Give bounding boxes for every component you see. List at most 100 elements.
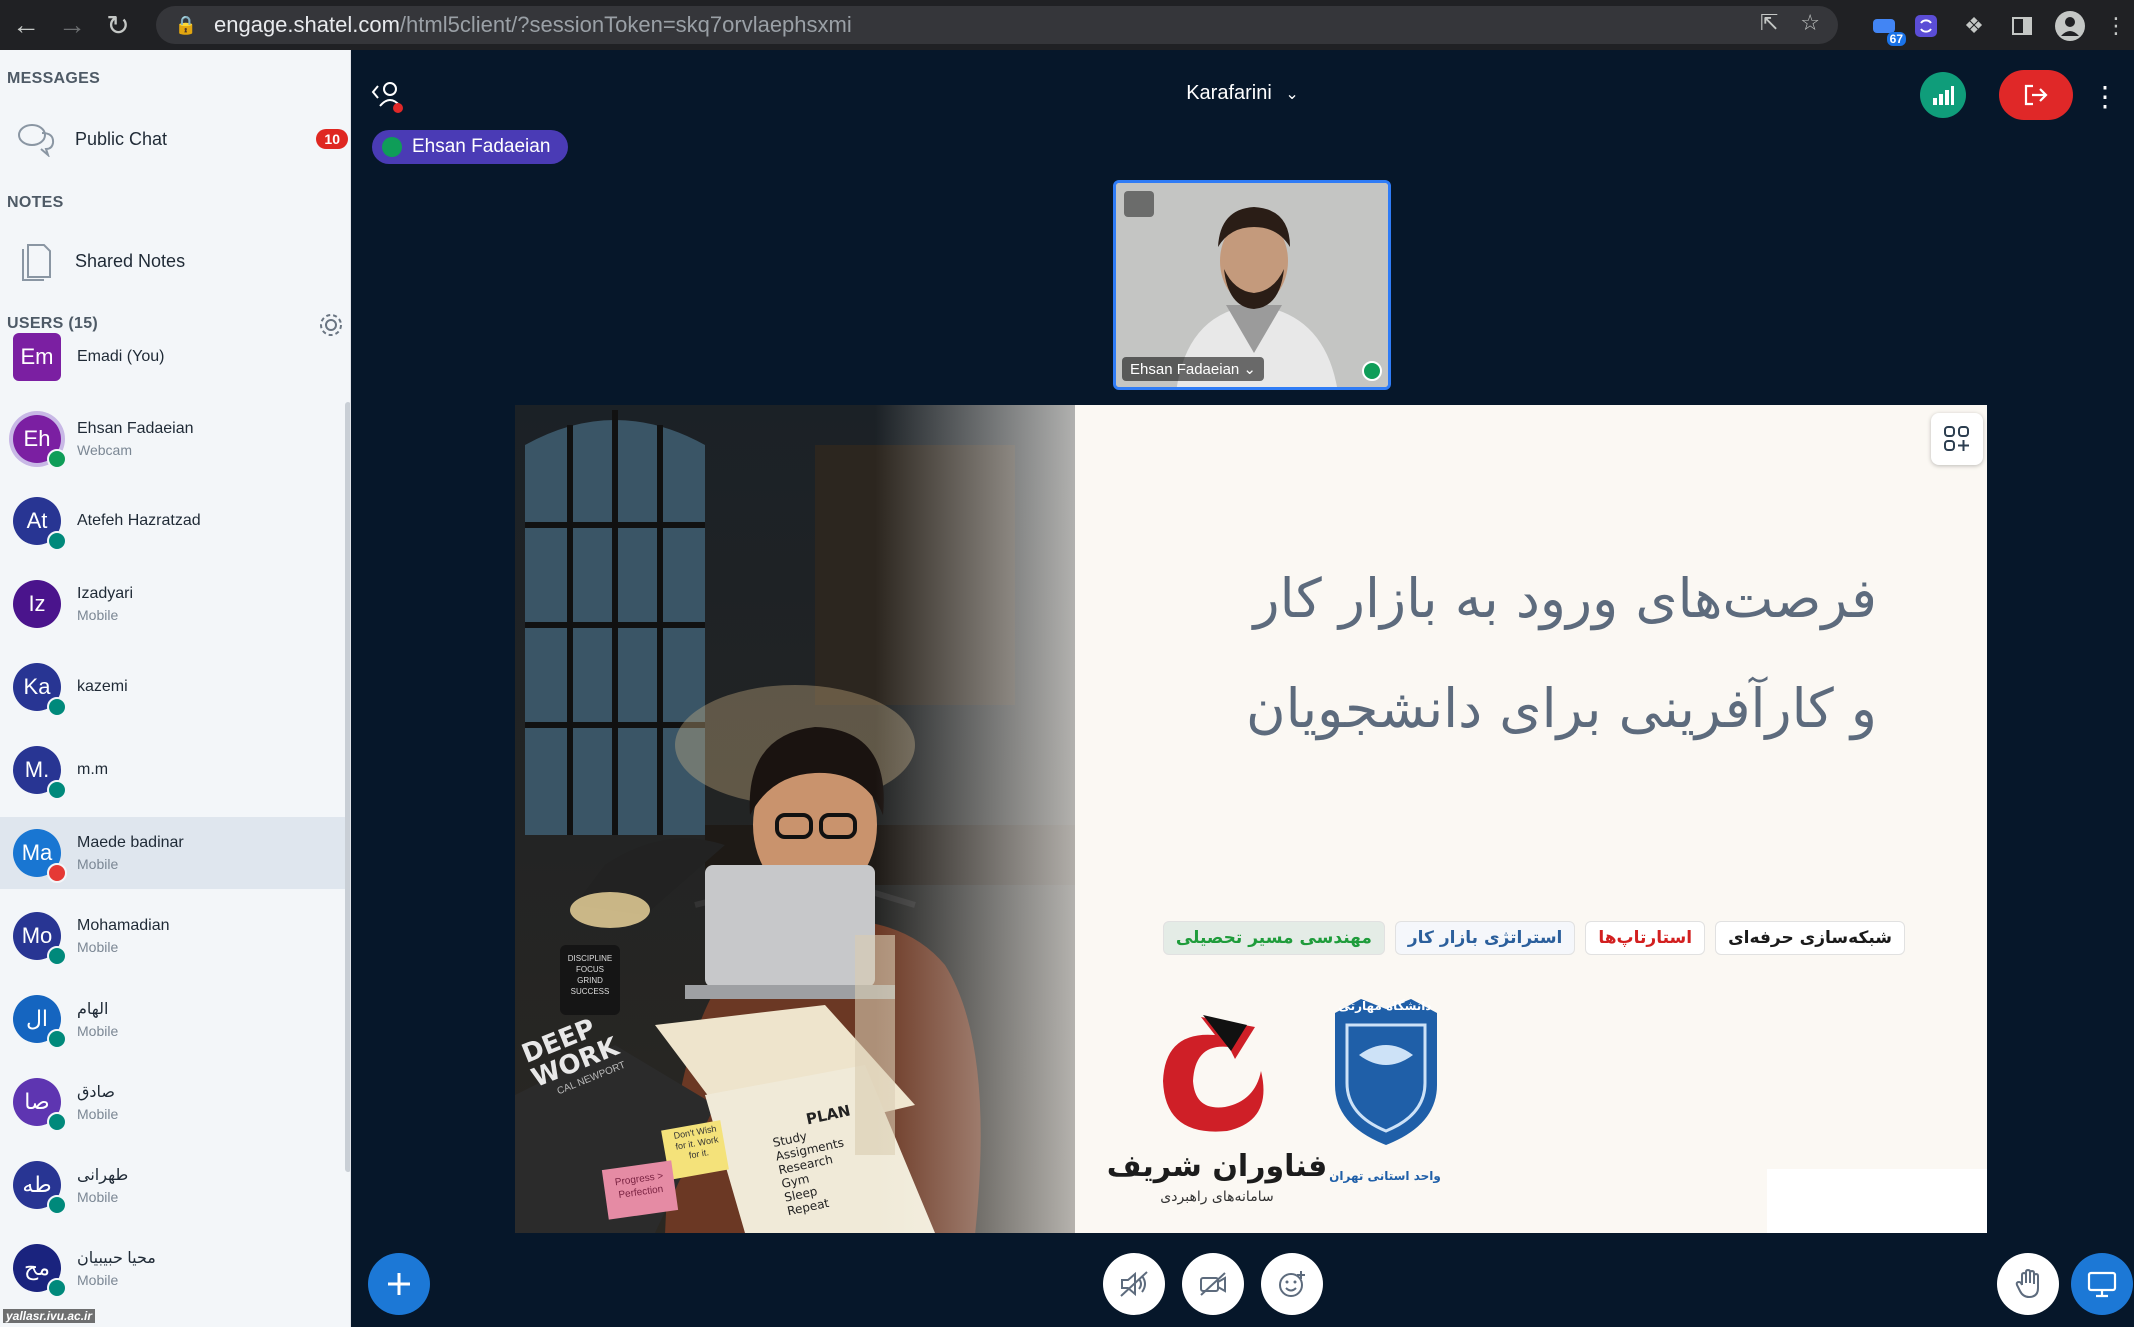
talker-name: Ehsan Fadaeian [412, 136, 551, 157]
fanavaran-sharif-logo-icon [1163, 1015, 1264, 1132]
sync-extension-icon[interactable] [1908, 8, 1944, 44]
share-icon[interactable]: ⇱ [1760, 10, 1778, 36]
user-name: Ehsan Fadaeian [77, 420, 194, 437]
user-text: محیا حبیبیان Mobile [77, 1248, 156, 1288]
user-name: Izadyari [77, 585, 134, 602]
user-name: طهرانی [77, 1167, 129, 1184]
avatar: ال [13, 995, 67, 1049]
user-list-item[interactable]: طه طهرانی Mobile [0, 1149, 345, 1221]
slide-corner-box [1767, 1169, 1987, 1233]
speaker-muted-icon [1120, 1271, 1148, 1297]
headphones-icon [47, 946, 67, 966]
raise-hand-button[interactable] [1997, 1253, 2059, 1315]
join-audio-button[interactable] [1103, 1253, 1165, 1315]
meeting-title[interactable]: Karafarini ⌄ [351, 82, 2134, 105]
webcam-mic-icon [1362, 361, 1382, 381]
browser-menu-icon[interactable]: ⋮ [2098, 8, 2134, 44]
user-list-item[interactable]: ال الهام Mobile [0, 983, 345, 1055]
headphones-icon [47, 697, 67, 717]
profile-icon[interactable] [2052, 8, 2088, 44]
extension-icon[interactable]: 67 [1866, 8, 1906, 46]
share-webcam-button[interactable] [1182, 1253, 1244, 1315]
main-area: Karafarini ⌄ ⋮ Ehsan Fadaeian Ehsan Fada… [351, 50, 2134, 1327]
avatar: Em [13, 333, 61, 381]
user-list-item[interactable]: Mo Mohamadian Mobile [0, 900, 345, 972]
shared-notes-label: Shared Notes [75, 250, 186, 271]
user-list-item[interactable]: Em Emadi (You) [0, 321, 345, 393]
user-list-item[interactable]: Ma Maede badinar Mobile [0, 817, 345, 889]
leave-icon [2024, 84, 2048, 106]
side-panel-icon[interactable] [2004, 8, 2040, 44]
video-off-icon [1200, 1272, 1226, 1296]
user-name: Atefeh Hazratzad [77, 512, 201, 529]
lock-icon[interactable]: 🔒 [172, 15, 200, 36]
options-menu-icon[interactable]: ⋮ [2091, 76, 2119, 116]
url-text[interactable]: engage.shatel.com/html5client/?sessionTo… [214, 12, 852, 38]
avatar: Ka [13, 663, 67, 717]
user-list-item[interactable]: Eh Ehsan Fadaeian Webcam [0, 403, 345, 475]
user-list-item[interactable]: Iz Izadyari Mobile [0, 568, 345, 640]
back-icon[interactable]: ← [6, 5, 46, 45]
user-name: Mohamadian [77, 917, 170, 934]
avatar-initials: طه [22, 1172, 52, 1197]
address-bar[interactable]: 🔒 engage.shatel.com/html5client/?session… [156, 6, 1838, 44]
presentation-options-button[interactable] [1931, 413, 1983, 465]
notes-document-icon [12, 237, 60, 285]
signal-bars-icon [1933, 86, 1954, 105]
avatar-initials: Ka [23, 674, 51, 699]
plus-icon [388, 1273, 410, 1295]
leave-meeting-button[interactable] [1999, 70, 2073, 120]
user-text: Mohamadian Mobile [77, 917, 170, 955]
connection-status-button[interactable] [1920, 72, 1966, 118]
university-emblem-icon [1335, 999, 1437, 1145]
unread-badge: 10 [316, 129, 348, 149]
webcam-tile[interactable]: Ehsan Fadaeian ⌄ [1113, 180, 1391, 390]
user-list-item[interactable]: مح محیا حبیبیان Mobile [0, 1232, 345, 1304]
user-name: m.m [77, 761, 109, 778]
chat-bubbles-icon [12, 115, 60, 163]
forward-icon[interactable]: → [52, 5, 92, 45]
user-list-item[interactable]: At Atefeh Hazratzad [0, 485, 345, 557]
avatar-initials: Ma [21, 840, 53, 865]
reload-icon[interactable]: ↻ [98, 5, 138, 45]
messages-title: MESSAGES [7, 70, 101, 87]
avatar: Ma [13, 829, 67, 883]
user-list-item[interactable]: صا صادق Mobile [0, 1066, 345, 1138]
headphones-icon [47, 1278, 67, 1298]
slide-title-line1: فرصت‌های ورود به بازار کار [1253, 567, 1877, 630]
slide-tags: مهندسی مسیر تحصیلی استراتژی بازار کار اس… [1162, 921, 1905, 955]
user-text: Emadi (You) [77, 348, 164, 366]
avatar-initials: M. [24, 757, 50, 782]
slide-title-line2: و کارآفرینی برای دانشجویان [1246, 677, 1877, 740]
avatar-initials: صا [24, 1089, 50, 1114]
user-list-item[interactable]: M. m.m [0, 734, 345, 806]
public-chat-item[interactable]: Public Chat [0, 109, 350, 169]
user-device: Mobile [77, 856, 119, 872]
user-device: Mobile [77, 1106, 119, 1122]
presentation-slide: DEEP WORK CAL NEWPORT DISCIPLINE FOCUS G… [515, 405, 1987, 1233]
user-name: الهام [77, 1001, 109, 1018]
webcam-name-label[interactable]: Ehsan Fadaeian ⌄ [1122, 357, 1264, 381]
puzzle-icon[interactable]: ❖ [1956, 8, 1992, 44]
headphones-icon [47, 780, 67, 800]
tag-item: استارتاپ‌ها [1585, 921, 1706, 955]
talking-indicator[interactable]: Ehsan Fadaeian [372, 130, 569, 164]
avatar-initials: Eh [23, 426, 51, 451]
reactions-button[interactable] [1261, 1253, 1323, 1315]
avatar: M. [13, 746, 67, 800]
bookmark-star-icon[interactable]: ☆ [1800, 10, 1820, 36]
actions-plus-button[interactable] [368, 1253, 430, 1315]
microphone-icon [47, 449, 67, 469]
avatar: At [13, 497, 67, 551]
user-name: محیا حبیبیان [77, 1250, 156, 1267]
smiley-icon [1279, 1271, 1305, 1297]
presentation-toggle-button[interactable] [2071, 1253, 2133, 1315]
user-list-item[interactable]: Ka kazemi [0, 651, 345, 723]
avatar: صا [13, 1078, 67, 1132]
user-name: Maede badinar [77, 834, 184, 851]
shared-notes-item[interactable]: Shared Notes [0, 231, 350, 291]
avatar: مح [13, 1244, 67, 1298]
user-text: Ehsan Fadaeian Webcam [77, 420, 194, 458]
microphone-icon [382, 137, 402, 157]
user-text: Maede badinar Mobile [77, 834, 184, 872]
